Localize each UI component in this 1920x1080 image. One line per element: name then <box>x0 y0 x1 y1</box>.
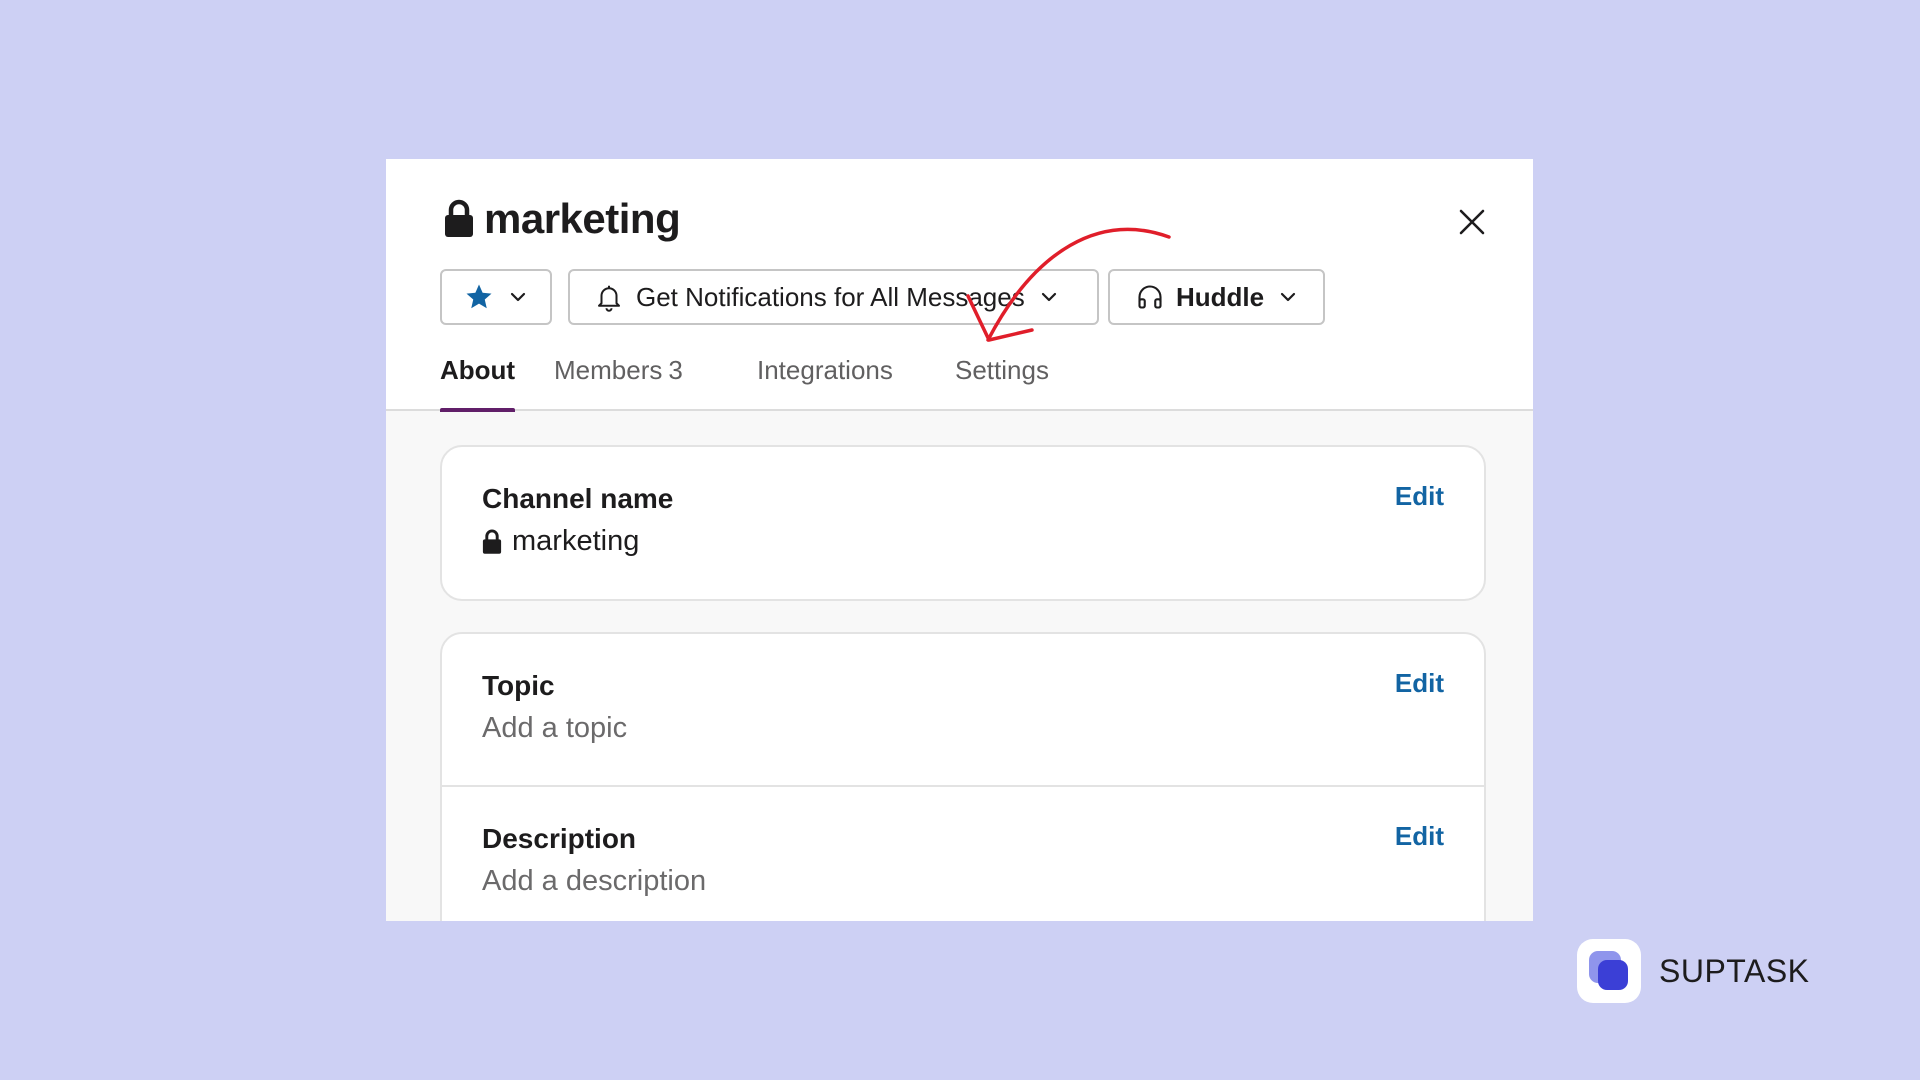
star-button[interactable] <box>440 269 552 325</box>
brand-name: SUPTASK <box>1659 952 1810 989</box>
edit-channel-name-button[interactable]: Edit <box>1395 481 1444 512</box>
divider <box>442 785 1484 787</box>
bell-icon <box>598 285 620 312</box>
description-placeholder: Add a description <box>482 865 707 897</box>
channel-name-card: Channel name Edit marketing <box>440 445 1486 601</box>
huddle-button[interactable]: Huddle <box>1108 269 1325 325</box>
notifications-label: Get Notifications for All Messages <box>636 281 1025 312</box>
suptask-brand: SUPTASK <box>1577 939 1810 1003</box>
tab-settings-label: Settings <box>955 355 1049 385</box>
channel-title-text: marketing <box>484 195 681 242</box>
members-count: 3 <box>668 355 683 385</box>
suptask-logo <box>1577 939 1641 1003</box>
chevron-down-icon <box>510 292 526 302</box>
channel-details-modal: marketing Get Notifications for All Mess… <box>386 159 1533 921</box>
topic-label: Topic <box>482 670 555 701</box>
topic-description-card: Topic Edit Add a topic Description Edit … <box>440 632 1486 921</box>
lock-icon <box>445 199 473 237</box>
edit-description-button[interactable]: Edit <box>1395 821 1444 852</box>
topic-placeholder: Add a topic <box>482 712 628 744</box>
edit-topic-button[interactable]: Edit <box>1395 668 1444 699</box>
tab-settings[interactable]: Settings <box>955 355 1049 411</box>
channel-title: marketing <box>444 193 681 245</box>
tab-members[interactable]: Members 3 <box>554 355 683 411</box>
chevron-down-icon <box>1041 292 1056 302</box>
modal-header: marketing Get Notifications for All Mess… <box>386 159 1533 412</box>
tab-members-label: Members <box>554 355 663 385</box>
star-icon <box>466 284 492 309</box>
channel-name-text: marketing <box>512 525 640 557</box>
channel-name-label: Channel name <box>482 483 674 514</box>
tab-integrations-label: Integrations <box>757 355 893 385</box>
suptask-logo-mark <box>1589 951 1628 990</box>
tab-about-label: About <box>440 355 516 385</box>
channel-name-value: marketing <box>482 525 639 558</box>
lock-icon <box>482 529 502 554</box>
tab-integrations[interactable]: Integrations <box>757 355 893 411</box>
close-icon[interactable] <box>1452 202 1492 242</box>
huddle-label: Huddle <box>1176 281 1265 312</box>
tab-about[interactable]: About <box>440 355 516 412</box>
chevron-down-icon <box>1281 292 1296 302</box>
headphones-icon <box>1138 285 1162 309</box>
notifications-button[interactable]: Get Notifications for All Messages <box>568 269 1099 325</box>
description-label: Description <box>482 823 637 854</box>
